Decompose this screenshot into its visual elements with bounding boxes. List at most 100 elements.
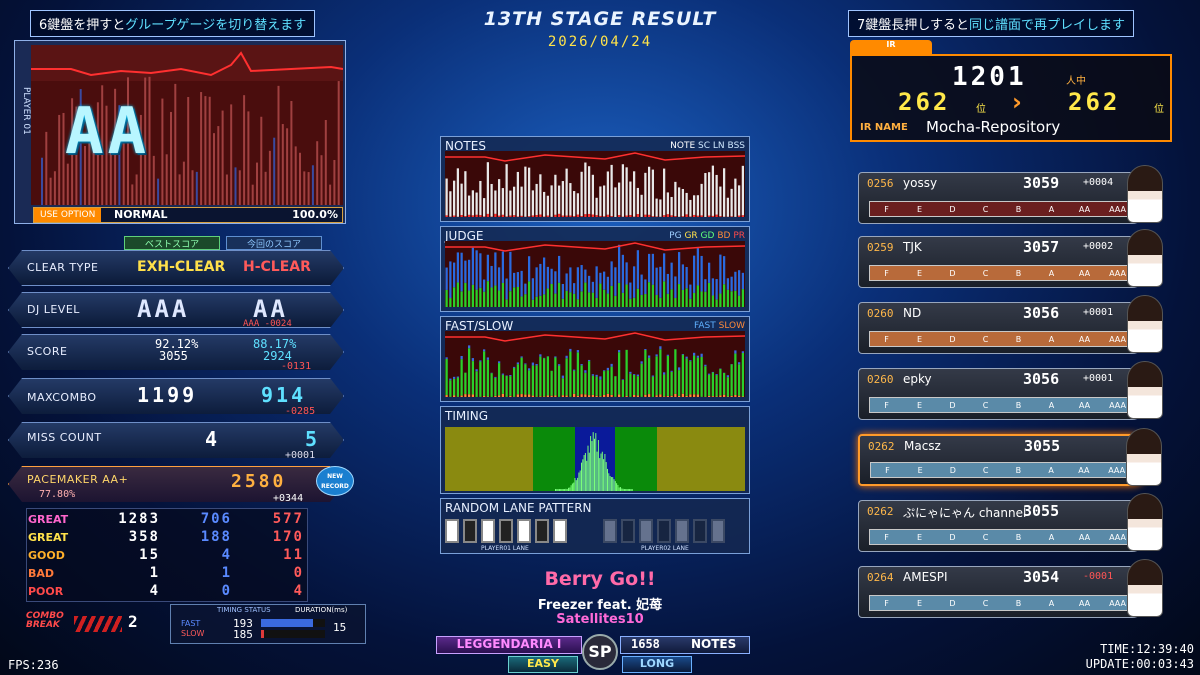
- graph-bar: [730, 276, 733, 292]
- avatar: [1127, 361, 1163, 419]
- gauge-bar: [281, 124, 284, 205]
- graph-bar: [471, 190, 474, 216]
- graph-bar: [580, 171, 583, 217]
- avatar: [1127, 295, 1163, 353]
- judge-total: 1283: [118, 511, 160, 527]
- graph-bar: [494, 252, 497, 286]
- timing-spike: [600, 453, 602, 491]
- graph-bar: [580, 394, 583, 397]
- graph-bar: [670, 289, 673, 307]
- graph-bar: [741, 289, 744, 307]
- rival-card[interactable]: 0262 ぷにゃにゃん channel 3055 F E D C B A AA AAA: [858, 493, 1163, 552]
- timing-spike: [627, 489, 629, 491]
- rival-grade-mark: A: [1048, 532, 1055, 542]
- graph-bar: [445, 178, 448, 216]
- graph-bar: [674, 297, 677, 307]
- graph-bar: [588, 275, 591, 293]
- rival-card[interactable]: 0260 epky 3056 +0001 F E D C B A AA AAA: [858, 361, 1163, 420]
- legend-bd: BD: [717, 231, 731, 241]
- rival-card[interactable]: 0264 AMESPI 3054 -0001 F E D C B A AA AAA: [858, 559, 1163, 618]
- graph-bar: [475, 369, 478, 372]
- hint-replay: 7鍵盤長押しすると同じ譜面で再プレイします: [848, 10, 1135, 37]
- graph-bar: [558, 282, 561, 307]
- maxcombo-best: 1199: [137, 383, 198, 407]
- tab-best-score[interactable]: ベストスコア: [124, 236, 220, 250]
- timing-spike: [626, 489, 628, 491]
- graph-bar: [659, 346, 662, 350]
- graph-bar: [693, 214, 696, 217]
- rival-card[interactable]: 0260 ND 3056 +0001 F E D C B A AA AAA: [858, 295, 1163, 354]
- timing-spike: [584, 453, 586, 491]
- slow-bar: [261, 630, 325, 638]
- graph-bar: [726, 377, 729, 397]
- graph-bar: [558, 255, 561, 283]
- graph-bar: [595, 197, 598, 216]
- lane-key: [445, 519, 459, 543]
- gauge-bar: [238, 170, 241, 205]
- graph-bar: [576, 267, 579, 300]
- graph-bar: [539, 263, 542, 296]
- graph-bar: [449, 261, 452, 299]
- graph-bar: [618, 394, 621, 397]
- graph-bar: [693, 292, 696, 307]
- tab-current-score[interactable]: 今回のスコア: [226, 236, 322, 250]
- legend-pr: PR: [733, 231, 745, 241]
- graph-bar: [509, 374, 512, 377]
- graph-bar: [494, 213, 497, 217]
- ir-name-label: IR NAME: [860, 122, 908, 133]
- graph-bar: [621, 254, 624, 293]
- graph-bar: [663, 253, 666, 282]
- timing-status-label: TIMING STATUS: [217, 606, 271, 614]
- rival-diff: +0002: [1083, 241, 1114, 252]
- graph-bar: [663, 168, 666, 216]
- rival-grade-mark: B: [1015, 204, 1022, 214]
- graph-bar: [666, 273, 669, 294]
- graph-bar: [471, 215, 474, 217]
- graph-bar: [580, 216, 583, 217]
- graph-bar: [531, 365, 534, 396]
- graph-bar: [479, 360, 482, 362]
- rival-grade-mark: D: [949, 465, 956, 475]
- graph-bar: [625, 167, 628, 216]
- graph-bar: [468, 214, 471, 217]
- judge-label: GREAT: [28, 512, 69, 526]
- graph-bar: [561, 378, 564, 396]
- hint-text: 6鍵盤を押すと: [39, 18, 126, 33]
- rival-card[interactable]: 0259 TJK 3057 +0002 F E D C B A AA AAA: [858, 229, 1163, 288]
- timing-spike: [586, 460, 588, 491]
- judge-fast: 188: [200, 529, 232, 545]
- hint-gauge-switch: 6鍵盤を押すとグループゲージを切り替えます: [30, 10, 316, 37]
- notes-graph: NOTES NOTE SC LN BSS: [440, 136, 750, 222]
- graph-bar: [456, 376, 459, 378]
- graph-bar: [531, 395, 534, 397]
- graph-bar: [460, 291, 463, 307]
- graph-bar: [678, 367, 681, 371]
- rival-diff: -0001: [1083, 571, 1114, 582]
- gauge-bar: [45, 131, 48, 205]
- graph-bar: [588, 359, 591, 362]
- rival-card[interactable]: 0256 yossy 3059 +0004 F E D C B A AA AAA: [858, 165, 1163, 224]
- graph-bar: [625, 349, 628, 397]
- graph-bar: [591, 374, 594, 376]
- lane-pattern: RANDOM LANE PATTERN PLAYER01 LANE PLAYER…: [440, 498, 750, 554]
- graph-bar: [685, 395, 688, 397]
- gauge-bar: [273, 137, 276, 205]
- graph-bar: [723, 372, 726, 395]
- graph-bar: [513, 287, 516, 307]
- graph-bar: [715, 214, 718, 217]
- timing-spike: [579, 470, 581, 491]
- graph-bar: [558, 364, 561, 366]
- pacemaker-label: PACEMAKER AA+: [27, 473, 129, 486]
- graph-bar: [704, 364, 707, 367]
- graph-bar: [550, 395, 553, 397]
- graph-bar: [554, 357, 557, 396]
- rival-card[interactable]: 0262 Macsz 3055 F E D C B A AA AAA: [858, 428, 1162, 486]
- timing-spike: [597, 440, 599, 491]
- judge-slow: 0: [293, 565, 304, 581]
- graph-bar: [460, 252, 463, 292]
- graph-bar: [704, 279, 707, 292]
- rival-grade-mark: B: [1015, 532, 1022, 542]
- graph-bar: [483, 198, 486, 217]
- graph-bar: [640, 363, 643, 397]
- graph-bar: [528, 368, 531, 371]
